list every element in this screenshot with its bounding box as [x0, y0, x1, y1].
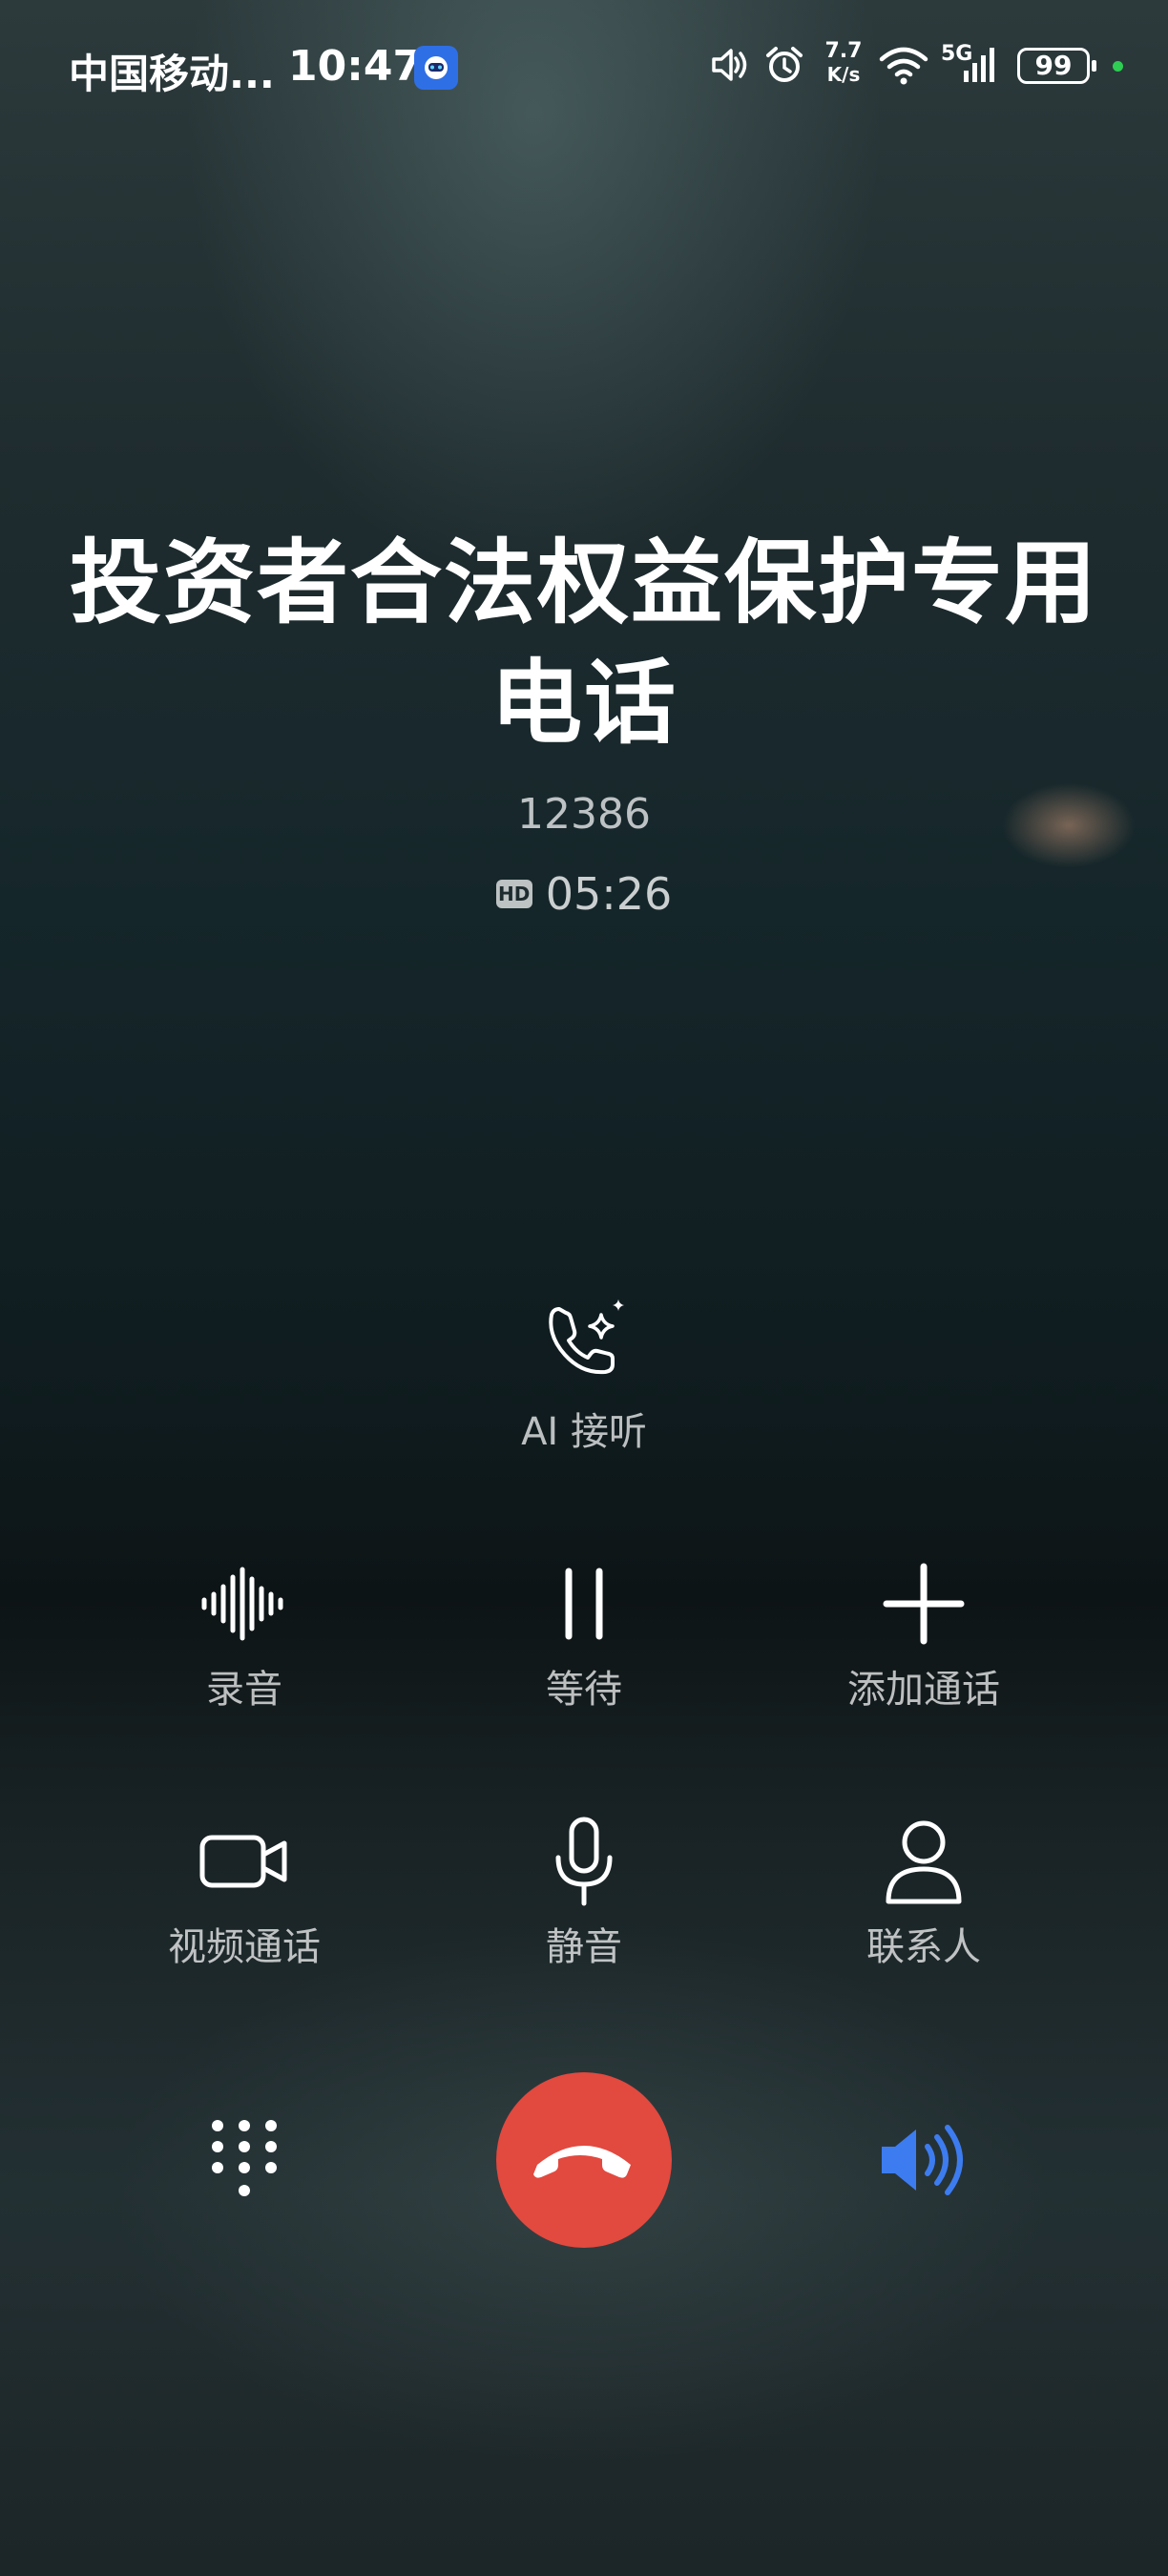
alarm-icon — [766, 47, 803, 82]
network-speed-unit: K/s — [826, 63, 861, 86]
record-waveform-icon — [201, 1567, 283, 1641]
volume-icon — [712, 49, 747, 81]
video-call-button[interactable]: 视频通话 — [120, 1818, 368, 1971]
network-speed-value: 7.7 — [824, 39, 863, 63]
hold-label: 等待 — [546, 1668, 622, 1712]
caller-number: 12386 — [517, 790, 651, 839]
speaker-button[interactable] — [876, 2122, 971, 2198]
plus-icon — [883, 1563, 965, 1645]
add-call-label: 添加通话 — [847, 1668, 1000, 1712]
mute-button[interactable]: 静音 — [460, 1817, 708, 1971]
call-duration: 05:26 — [545, 868, 673, 920]
hold-button[interactable]: 等待 — [460, 1561, 708, 1714]
speaker-icon — [882, 2125, 963, 2195]
contacts-label: 联系人 — [866, 1925, 981, 1969]
person-icon — [886, 1820, 962, 1904]
record-label: 录音 — [206, 1668, 282, 1712]
pause-icon — [565, 1568, 603, 1640]
add-call-button[interactable]: 添加通话 — [800, 1561, 1048, 1714]
record-button[interactable]: 录音 — [120, 1561, 368, 1714]
contacts-button[interactable]: 联系人 — [800, 1818, 1048, 1971]
network-speed: 7.7 K/s — [823, 39, 865, 87]
hang-up-icon — [533, 2146, 631, 2178]
privacy-indicator-dot — [1113, 61, 1123, 72]
carrier-name: 中国移动... — [69, 51, 275, 97]
ai-answer-button[interactable]: AI 接听 — [489, 1298, 679, 1456]
microphone-icon — [555, 1817, 613, 1906]
assistant-app-icon — [414, 46, 458, 90]
status-time: 10:47 — [288, 42, 423, 91]
ai-phone-sparkle-icon — [549, 1299, 624, 1375]
status-bar: 中国移动... 10:47 7.7 K/s 5G 99 — [0, 0, 1168, 134]
video-call-label: 视频通话 — [168, 1925, 321, 1969]
caller-name: 投资者合法权益保护专用电话 — [70, 530, 1098, 757]
end-call-button[interactable] — [496, 2072, 672, 2248]
wifi-icon — [879, 47, 928, 85]
video-camera-icon — [199, 1835, 287, 1888]
battery-indicator: 99 — [1017, 48, 1096, 84]
signal-icon — [964, 48, 994, 82]
dialpad-icon — [212, 2120, 277, 2196]
call-duration-row: HD 05:26 — [0, 868, 1168, 920]
hd-voice-badge: HD — [495, 880, 532, 908]
ai-answer-label: AI 接听 — [521, 1410, 647, 1454]
dialpad-button[interactable] — [206, 2116, 282, 2202]
mute-label: 静音 — [546, 1925, 622, 1969]
